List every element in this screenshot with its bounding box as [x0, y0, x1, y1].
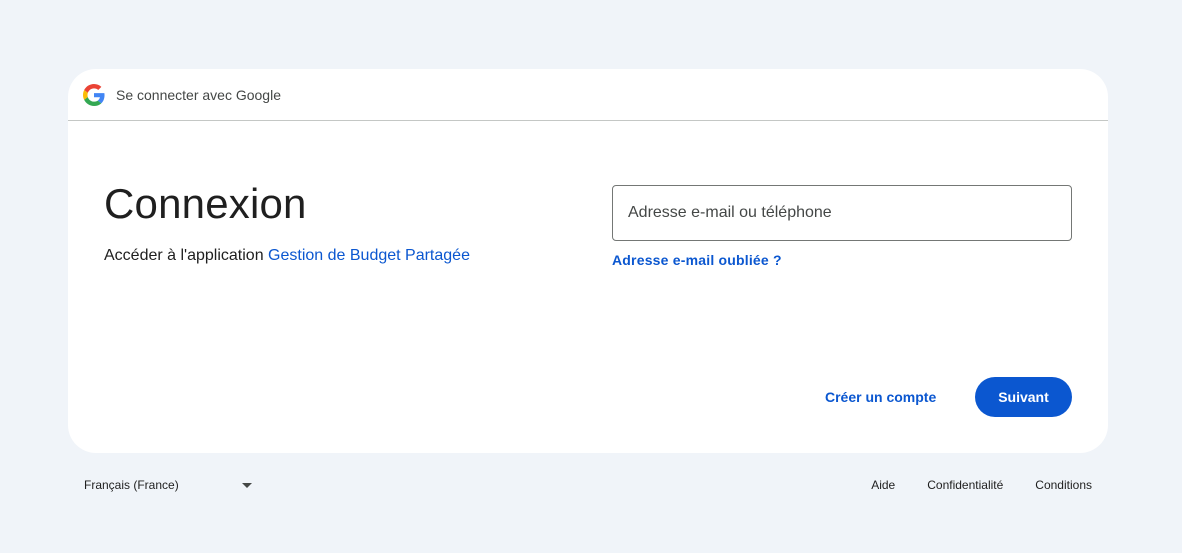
header-title: Se connecter avec Google	[116, 86, 281, 103]
footer: Français (France) Aide Confidentialité C…	[68, 470, 1108, 500]
subtitle-prefix: Accéder à l'application	[104, 247, 269, 264]
language-label: Français (France)	[84, 478, 179, 492]
page-title: Connexion	[104, 180, 307, 227]
page-subtitle: Accéder à l'application Gestion de Budge…	[104, 247, 470, 265]
app-name-link[interactable]: Gestion de Budget Partagée	[268, 247, 470, 264]
caret-down-icon	[242, 483, 252, 488]
terms-link[interactable]: Conditions	[1019, 478, 1108, 492]
help-link[interactable]: Aide	[855, 478, 911, 492]
forgot-email-link[interactable]: Adresse e-mail oubliée ?	[612, 252, 782, 268]
create-account-button[interactable]: Créer un compte	[807, 377, 954, 417]
card-header: Se connecter avec Google	[68, 69, 1108, 121]
google-g-icon	[83, 83, 105, 106]
privacy-link[interactable]: Confidentialité	[911, 478, 1019, 492]
footer-links: Aide Confidentialité Conditions	[855, 470, 1108, 500]
next-button[interactable]: Suivant	[975, 377, 1072, 417]
language-select[interactable]: Français (France)	[68, 470, 258, 500]
email-field[interactable]	[612, 185, 1072, 241]
signin-card: Se connecter avec Google Connexion Accéd…	[68, 69, 1108, 453]
